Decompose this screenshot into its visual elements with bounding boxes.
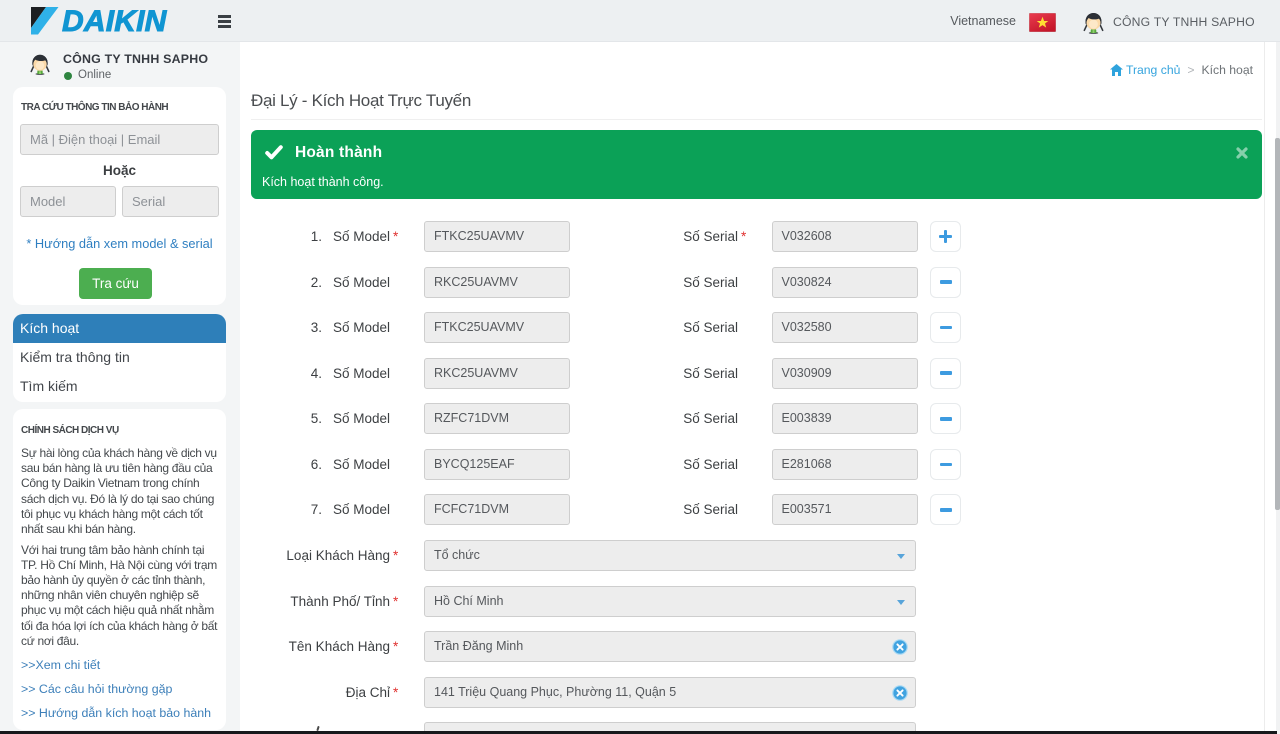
svg-text:DAIKIN: DAIKIN bbox=[62, 7, 168, 38]
